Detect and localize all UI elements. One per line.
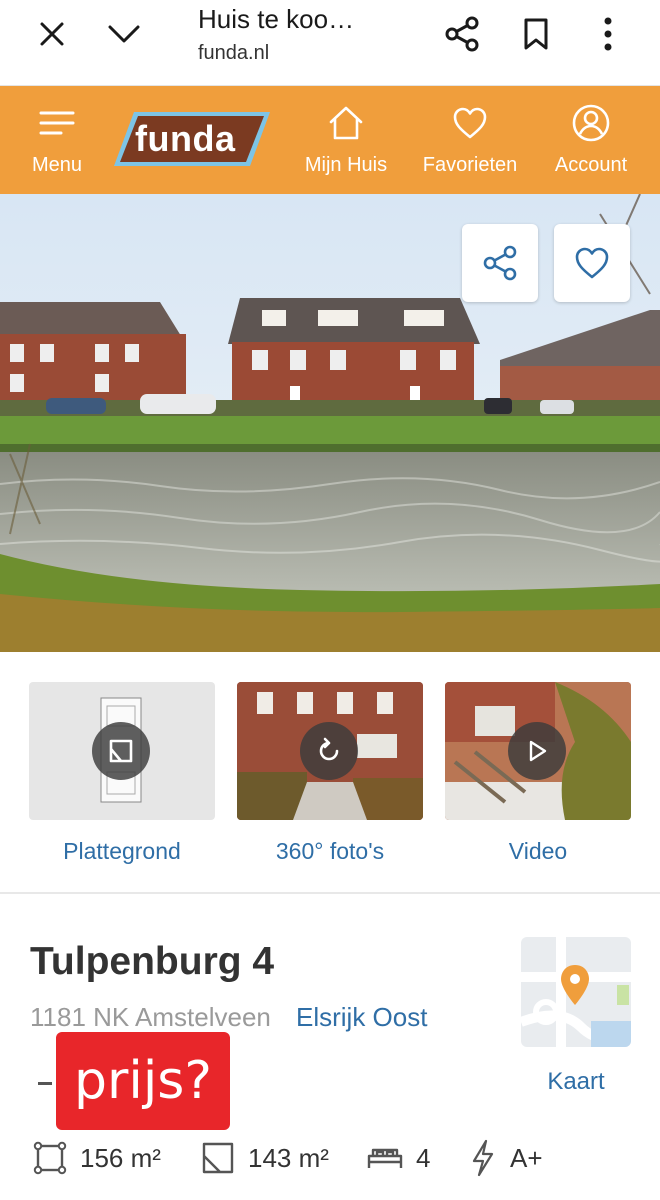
- feature-bedrooms: 4: [366, 1138, 430, 1178]
- price-overlay-text: prijs?: [74, 1051, 212, 1111]
- heart-icon: [452, 102, 488, 144]
- listing-postal-city: 1181 NK Amstelveen: [30, 1002, 271, 1032]
- menu-label: Menu: [31, 154, 83, 176]
- map-thumbnail[interactable]: [521, 937, 631, 1047]
- play-icon: [508, 722, 566, 780]
- site-header: Menu Mijn Huis Favorieten Account: [0, 86, 660, 194]
- hero-share-button[interactable]: [462, 224, 538, 302]
- bedrooms-value: 4: [416, 1142, 431, 1173]
- menu-icon: [39, 102, 75, 144]
- share-icon: [483, 245, 517, 281]
- hero-favorite-button[interactable]: [554, 224, 630, 302]
- more-vertical-icon[interactable]: [588, 14, 628, 54]
- favorieten-button[interactable]: Favorieten: [414, 86, 526, 194]
- mijn-huis-button[interactable]: Mijn Huis: [296, 86, 396, 194]
- map-link[interactable]: Kaart: [521, 1068, 631, 1096]
- 360-photo-label[interactable]: 360° foto's: [237, 838, 423, 865]
- logo-text: funda: [135, 118, 236, 159]
- video-label[interactable]: Video: [445, 838, 631, 865]
- close-icon[interactable]: [32, 14, 72, 54]
- share-icon[interactable]: [442, 14, 482, 54]
- user-icon: [571, 102, 611, 144]
- account-label: Account: [554, 154, 628, 176]
- home-icon: [327, 102, 365, 144]
- chevron-down-icon[interactable]: [104, 14, 144, 54]
- browser-toolbar: Huis te koo… funda.nl: [0, 0, 660, 86]
- feature-plot-area: 143 m²: [200, 1138, 329, 1178]
- video-thumbnail[interactable]: [445, 682, 631, 820]
- rotate-360-icon: [300, 722, 358, 780]
- feature-energy-label: A+: [468, 1138, 543, 1178]
- energy-label-value: A+: [510, 1142, 543, 1173]
- bedroom-icon: [367, 1148, 403, 1168]
- neighbourhood-link[interactable]: Elsrijk Oost: [296, 1002, 427, 1033]
- price-overlay-badge: prijs?: [56, 1032, 230, 1130]
- bookmark-icon[interactable]: [516, 14, 556, 54]
- listing-street: Tulpenburg 4: [30, 940, 275, 983]
- energy-label-icon: [472, 1139, 494, 1177]
- favorieten-label: Favorieten: [422, 154, 518, 176]
- browser-url[interactable]: funda.nl: [198, 42, 269, 65]
- account-button[interactable]: Account: [548, 86, 634, 194]
- floorplan-thumbnail[interactable]: [29, 682, 215, 820]
- price-placeholder: [38, 1082, 52, 1085]
- living-area-icon: [33, 1141, 67, 1175]
- browser-page-title: Huis te koo…: [198, 4, 355, 34]
- plot-area-icon: [202, 1142, 234, 1174]
- heart-icon: [575, 247, 609, 279]
- feature-living-area: 156 m²: [32, 1138, 161, 1178]
- plot-area-value: 143 m²: [248, 1142, 329, 1173]
- menu-button[interactable]: Menu: [22, 86, 92, 194]
- section-divider: [0, 892, 660, 894]
- mijn-huis-label: Mijn Huis: [304, 154, 388, 176]
- living-area-value: 156 m²: [80, 1142, 161, 1173]
- 360-photo-thumbnail[interactable]: [237, 682, 423, 820]
- floorplan-label[interactable]: Plattegrond: [29, 838, 215, 865]
- floorplan-icon: [92, 722, 150, 780]
